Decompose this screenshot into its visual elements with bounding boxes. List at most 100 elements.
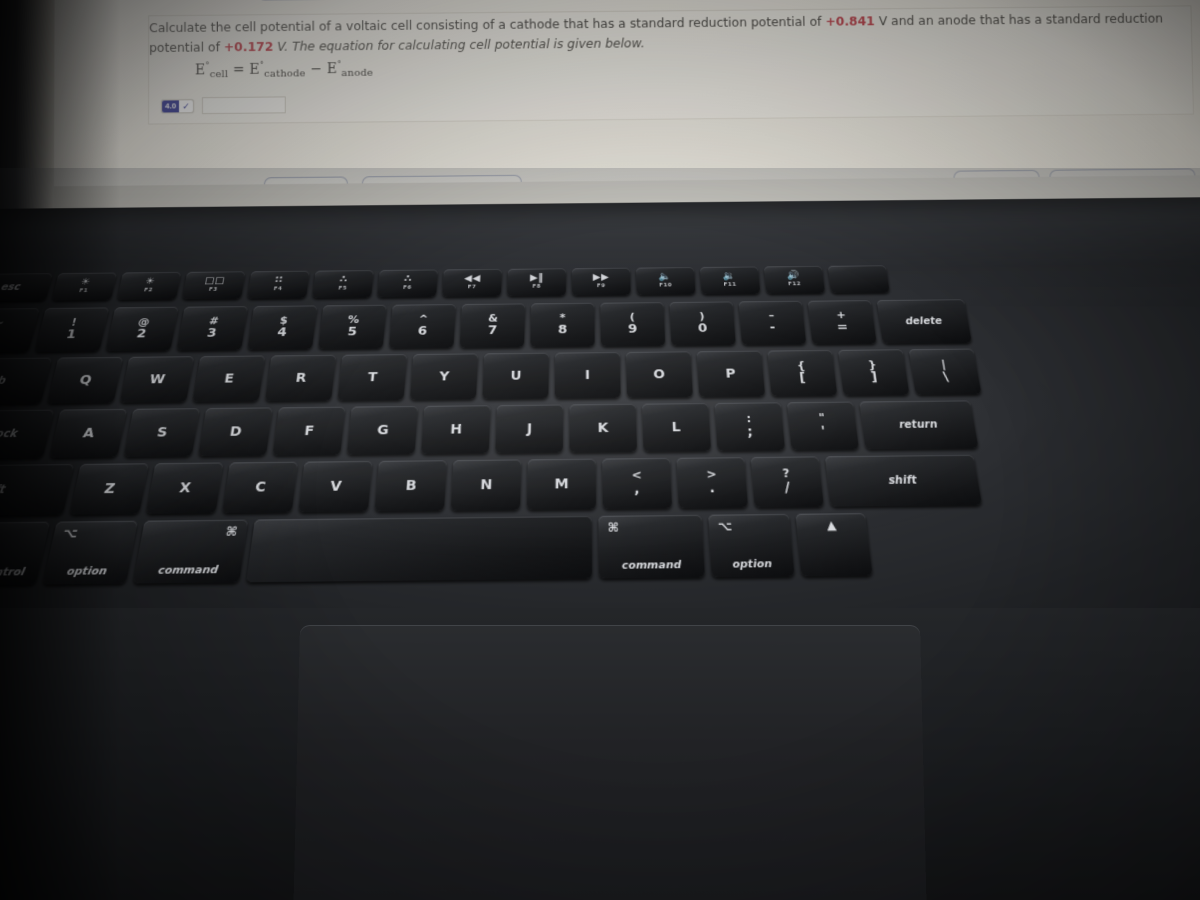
key-delete[interactable]: delete	[876, 299, 972, 344]
key-command-left-label: command	[157, 563, 219, 578]
key-space[interactable]	[246, 515, 593, 583]
key-f7[interactable]: ◀◀ F7	[442, 268, 502, 297]
key-command-left[interactable]: ⌘ command	[132, 519, 249, 584]
key-f6[interactable]: ∴ F6	[377, 269, 438, 298]
key-8[interactable]: * 8	[530, 302, 595, 348]
key-l[interactable]: L	[642, 403, 712, 452]
answer-input[interactable]	[201, 96, 286, 115]
key-7[interactable]: & 7	[459, 303, 526, 348]
key-option-left[interactable]: ⌥ option	[42, 520, 138, 585]
key-t[interactable]: T	[337, 354, 408, 401]
key-slash[interactable]: ? /	[750, 456, 824, 508]
formula-degree-3: °	[337, 59, 342, 69]
key-h[interactable]: H	[421, 405, 491, 454]
key-minus-shift-label: –	[768, 309, 775, 322]
key-command-right-symbol-icon: ⌘	[607, 520, 620, 536]
key-f1[interactable]: ☀ F1	[51, 272, 117, 301]
key-f2[interactable]: ☀ F2	[116, 271, 182, 300]
key-control[interactable]: ⌃control	[0, 521, 51, 586]
key-i[interactable]: I	[554, 352, 621, 399]
key-quote[interactable]: " '	[786, 401, 860, 451]
key-backslash-stack: | \	[940, 358, 949, 385]
key-z[interactable]: Z	[69, 463, 149, 515]
key-f4[interactable]: ∷ F4	[247, 270, 310, 299]
key-touch-id[interactable]	[827, 265, 890, 294]
key-arrows[interactable]: ▲	[795, 513, 873, 577]
key-f6-glyph: ∴	[403, 274, 413, 285]
laptop-screen: ASK A TEACHER Calculate the cell potenti…	[0, 0, 1200, 209]
key-d-label: D	[228, 423, 243, 440]
key-grave[interactable]: ~`	[0, 308, 40, 353]
key-f[interactable]: F	[272, 406, 346, 456]
key-f12[interactable]: 🔊 F12	[763, 265, 826, 294]
key-q[interactable]: Q	[47, 356, 124, 404]
key-f9[interactable]: ▶▶ F9	[571, 267, 631, 296]
key-period-shift-label: >	[705, 466, 717, 482]
key-3[interactable]: #3	[176, 306, 248, 351]
key-e[interactable]: E	[192, 355, 266, 403]
key-f11[interactable]: 🔉 F11	[699, 266, 761, 295]
trackpad[interactable]	[292, 625, 928, 900]
key-5[interactable]: % 5	[318, 304, 387, 350]
key-d[interactable]: D	[198, 407, 273, 457]
cathode-potential-value: +0.841	[825, 13, 875, 29]
key-2[interactable]: @2	[105, 306, 179, 352]
key-shift-right[interactable]: shift	[824, 454, 983, 507]
key-tab[interactable]: tab	[0, 357, 53, 405]
key-2-stack: @2	[134, 315, 151, 341]
key-g[interactable]: G	[346, 405, 419, 455]
key-4[interactable]: $4	[247, 305, 318, 350]
key-comma[interactable]: <,	[602, 457, 673, 510]
key-control-label: control	[0, 565, 27, 580]
key-u[interactable]: U	[482, 352, 549, 400]
key-comma-stack: <,	[631, 468, 642, 498]
key-f10[interactable]: 🔈 F10	[635, 267, 696, 295]
key-semicolon-shift-label: :	[745, 411, 752, 426]
key-x[interactable]: X	[145, 462, 224, 514]
key-o[interactable]: O	[625, 351, 693, 398]
key-semicolon-stack: :;	[745, 411, 753, 441]
key-period[interactable]: >.	[676, 457, 748, 509]
key-y[interactable]: Y	[409, 353, 479, 400]
key-j[interactable]: J	[495, 404, 564, 454]
key-equal[interactable]: + =	[807, 300, 877, 345]
key-r[interactable]: R	[264, 354, 337, 402]
key-shift-left[interactable]: shift	[0, 463, 75, 517]
key-esc[interactable]: esc	[0, 273, 53, 302]
key-caps-lock[interactable]: caps lock	[0, 409, 55, 460]
key-1[interactable]: ! 1	[34, 307, 110, 352]
key-f3[interactable]: □□ F3	[182, 271, 246, 300]
formula-term2: E	[326, 60, 338, 77]
key-c-label: C	[254, 478, 267, 496]
key-p[interactable]: P	[696, 350, 766, 397]
key-f5[interactable]: ∴ F5	[312, 270, 374, 299]
answer-row: 4.0 ✓	[161, 96, 286, 115]
key-c[interactable]: C	[222, 461, 298, 514]
key-quote-label: '	[820, 423, 827, 440]
key-n[interactable]: N	[450, 459, 522, 511]
laptop-photo-scene: ASK A TEACHER Calculate the cell potenti…	[0, 0, 1200, 900]
key-a[interactable]: A	[49, 408, 128, 458]
key-6-label: 6	[417, 324, 428, 339]
key-f7-label: F7	[467, 284, 477, 291]
key-k[interactable]: K	[569, 403, 638, 453]
key-f8[interactable]: ▶‖ F8	[507, 268, 566, 297]
key-semicolon[interactable]: :;	[714, 402, 786, 451]
key-option-right[interactable]: ⌥ option	[708, 513, 795, 578]
key-command-right[interactable]: ⌘ command	[598, 514, 705, 579]
key-backslash[interactable]: | \	[908, 348, 982, 395]
key-return[interactable]: return	[859, 400, 979, 450]
formula-lhs: E	[194, 62, 206, 79]
key-m[interactable]: M	[526, 458, 597, 510]
key-v[interactable]: V	[298, 460, 373, 513]
key-bracket-right[interactable]: }]	[838, 349, 910, 396]
key-s[interactable]: S	[123, 408, 200, 458]
key-6[interactable]: ^ 6	[388, 304, 456, 349]
key-7-stack: & 7	[487, 312, 499, 338]
key-bracket-left[interactable]: {[	[767, 349, 838, 397]
key-b[interactable]: B	[374, 460, 447, 512]
key-minus[interactable]: – -	[738, 300, 807, 346]
key-0[interactable]: ) 0	[669, 301, 736, 346]
key-9[interactable]: (9	[600, 302, 666, 347]
key-w[interactable]: W	[119, 356, 195, 403]
